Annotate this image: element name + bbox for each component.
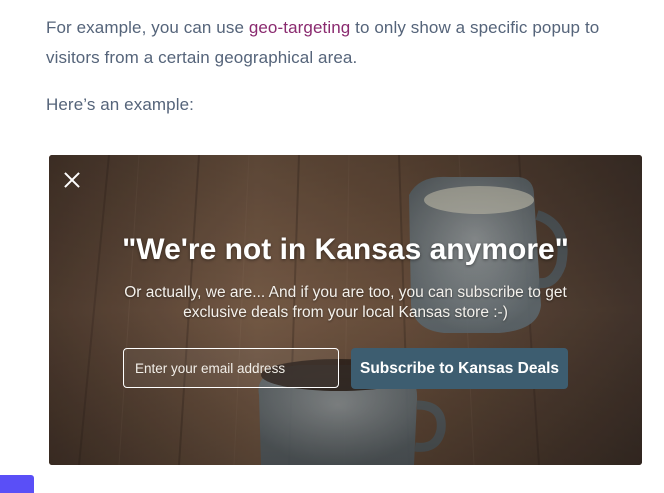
- close-icon[interactable]: [62, 170, 82, 190]
- popup-subtext: Or actually, we are... And if you are to…: [124, 284, 567, 321]
- side-tab-button[interactable]: [0, 475, 34, 493]
- subscribe-button[interactable]: Subscribe to Kansas Deals: [351, 348, 568, 389]
- popup-example-image: "We're not in Kansas anymore" Or actuall…: [49, 155, 642, 465]
- popup-headline: "We're not in Kansas anymore": [122, 233, 569, 266]
- article-paragraph: For example, you can use geo-targeting t…: [46, 13, 636, 73]
- email-input[interactable]: [123, 348, 339, 388]
- example-intro: Here’s an example:: [46, 95, 194, 114]
- geo-targeting-link[interactable]: geo-targeting: [249, 18, 350, 37]
- paragraph-text-start: For example, you can use: [46, 18, 249, 37]
